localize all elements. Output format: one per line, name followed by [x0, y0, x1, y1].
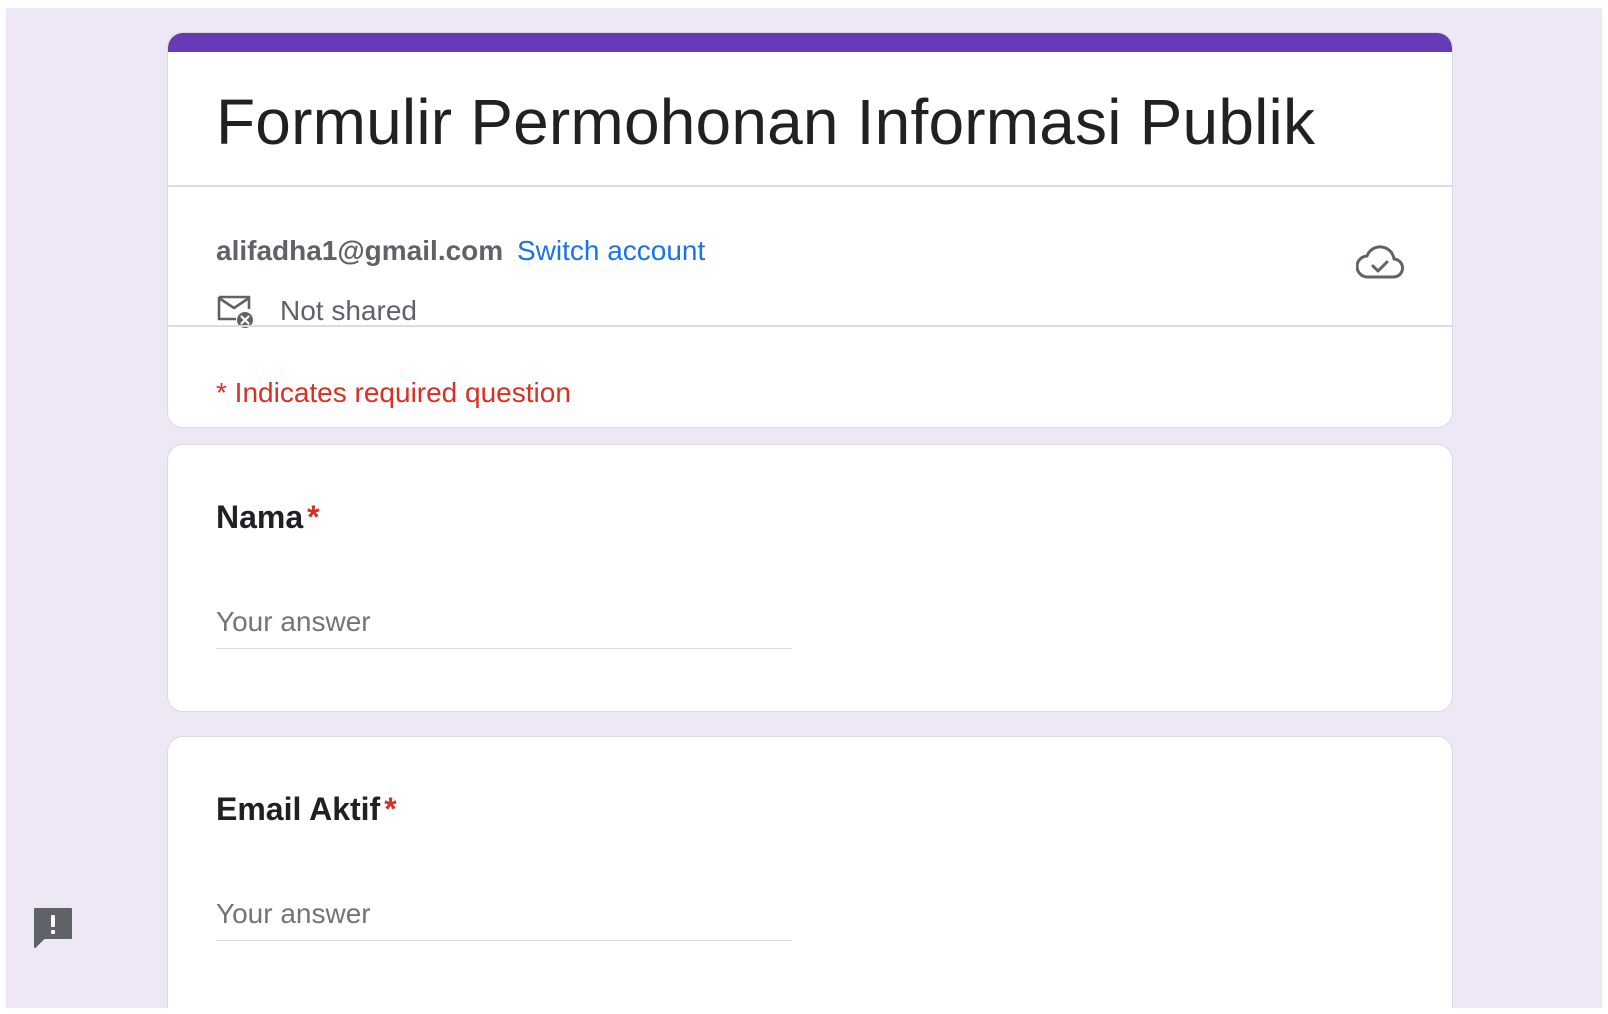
report-feedback-icon[interactable]: [32, 906, 74, 950]
account-email: alifadha1@gmail.com: [216, 235, 504, 266]
question-card-email-aktif: Email Aktif *: [167, 736, 1453, 1008]
question-title: Email Aktif: [216, 791, 381, 827]
email-aktif-answer-input[interactable]: [216, 887, 792, 941]
switch-account-link[interactable]: Switch account: [517, 235, 705, 266]
required-question-note: * Indicates required question: [216, 377, 571, 408]
account-row: alifadha1@gmail.com Switch account: [216, 235, 705, 267]
header-divider: [168, 185, 1452, 187]
theme-accent-bar: [168, 33, 1452, 52]
cloud-check-icon[interactable]: [1356, 243, 1404, 283]
nama-answer-input[interactable]: [216, 595, 792, 649]
question-card-nama: Nama *: [167, 444, 1453, 712]
shared-status-text: Not shared: [280, 295, 417, 326]
question-label: Nama *: [216, 499, 320, 536]
shared-status-row: Not shared: [216, 293, 417, 329]
required-asterisk: *: [384, 791, 397, 827]
question-title: Nama: [216, 499, 304, 535]
mail-not-shared-icon: [217, 295, 253, 328]
question-label: Email Aktif *: [216, 791, 397, 828]
form-background: Formulir Permohonan Informasi Publik ali…: [6, 8, 1602, 1008]
required-asterisk: *: [307, 499, 320, 535]
form-title: Formulir Permohonan Informasi Publik: [216, 86, 1316, 158]
form-header-card: Formulir Permohonan Informasi Publik ali…: [167, 32, 1453, 428]
account-divider: [168, 325, 1452, 327]
